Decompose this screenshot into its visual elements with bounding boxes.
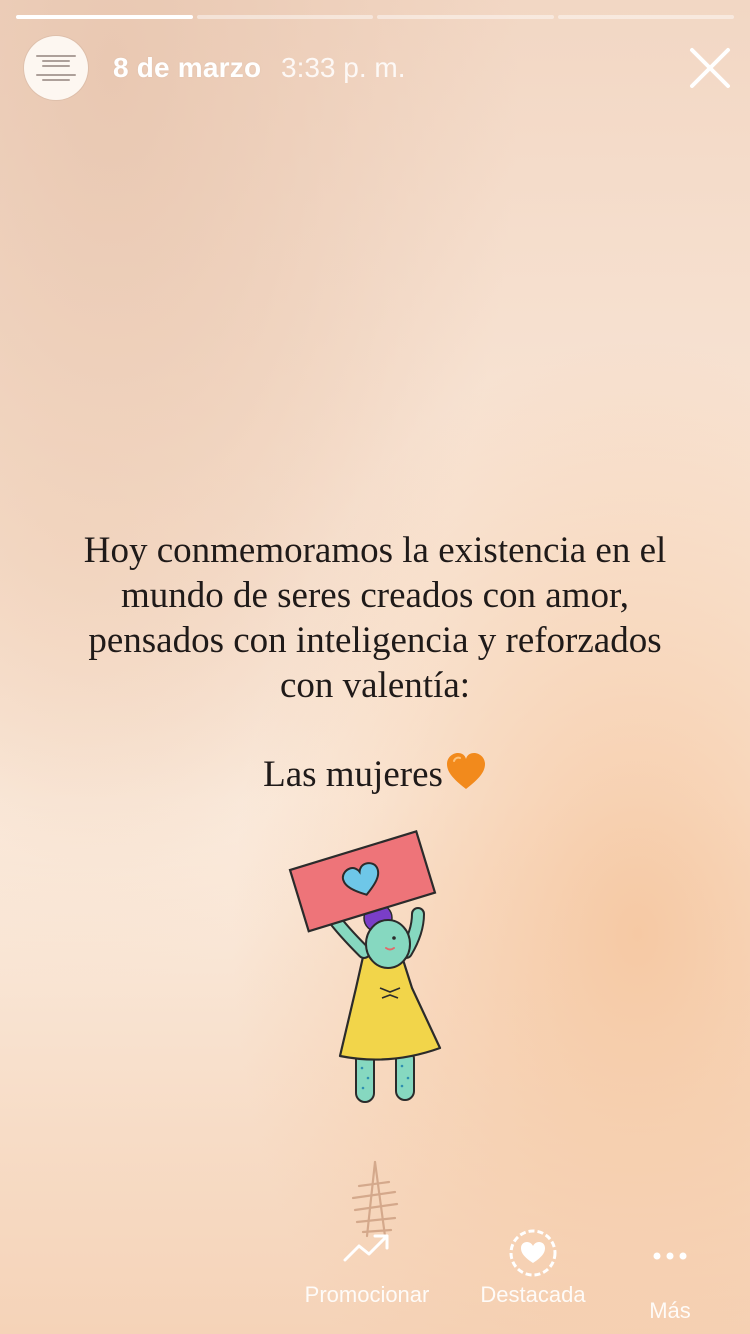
progress-fill bbox=[16, 15, 193, 19]
brand-logo-mark bbox=[351, 1160, 399, 1238]
close-button[interactable] bbox=[688, 46, 732, 90]
highlight-button[interactable]: Destacada bbox=[472, 1228, 594, 1308]
orange-heart-icon bbox=[446, 753, 485, 789]
avatar-text-line bbox=[42, 65, 70, 67]
story-closing-line: Las mujeres bbox=[0, 752, 750, 797]
avatar-text-line bbox=[36, 74, 76, 76]
message-line: con valentía: bbox=[279, 665, 471, 706]
profile-avatar[interactable] bbox=[24, 36, 88, 100]
promote-button[interactable]: Promocionar bbox=[296, 1232, 438, 1308]
heart-circle-icon bbox=[509, 1229, 557, 1277]
woman-holding-heart-sign-illustration bbox=[288, 830, 442, 1103]
progress-segment bbox=[557, 15, 734, 19]
avatar-text-line bbox=[36, 55, 76, 57]
avatar-text-line bbox=[42, 60, 70, 62]
progress-segment bbox=[377, 15, 554, 19]
promote-label: Promocionar bbox=[304, 1282, 430, 1307]
closing-text: Las mujeres bbox=[263, 754, 443, 795]
story-progress-bar bbox=[16, 15, 734, 19]
story-message: Hoy conmemoramos la existencia en el mun… bbox=[30, 528, 720, 708]
progress-segment bbox=[16, 15, 193, 19]
highlight-label: Destacada bbox=[480, 1282, 586, 1307]
avatar-text-line bbox=[42, 79, 70, 81]
progress-segment bbox=[196, 15, 373, 19]
close-icon bbox=[690, 48, 730, 88]
more-label: Más bbox=[649, 1298, 691, 1323]
message-line: Hoy conmemoramos la existencia en el bbox=[83, 530, 667, 571]
story-date: 8 de marzo bbox=[113, 52, 262, 83]
more-button[interactable]: Más bbox=[630, 1250, 710, 1324]
trend-arrow-icon bbox=[343, 1234, 389, 1262]
story-time: 3:33 p. m. bbox=[281, 52, 406, 83]
message-line: mundo de seres creados con amor, bbox=[120, 575, 630, 616]
message-line: pensados con inteligencia y reforzados bbox=[88, 620, 662, 661]
more-dots-icon bbox=[653, 1252, 687, 1260]
